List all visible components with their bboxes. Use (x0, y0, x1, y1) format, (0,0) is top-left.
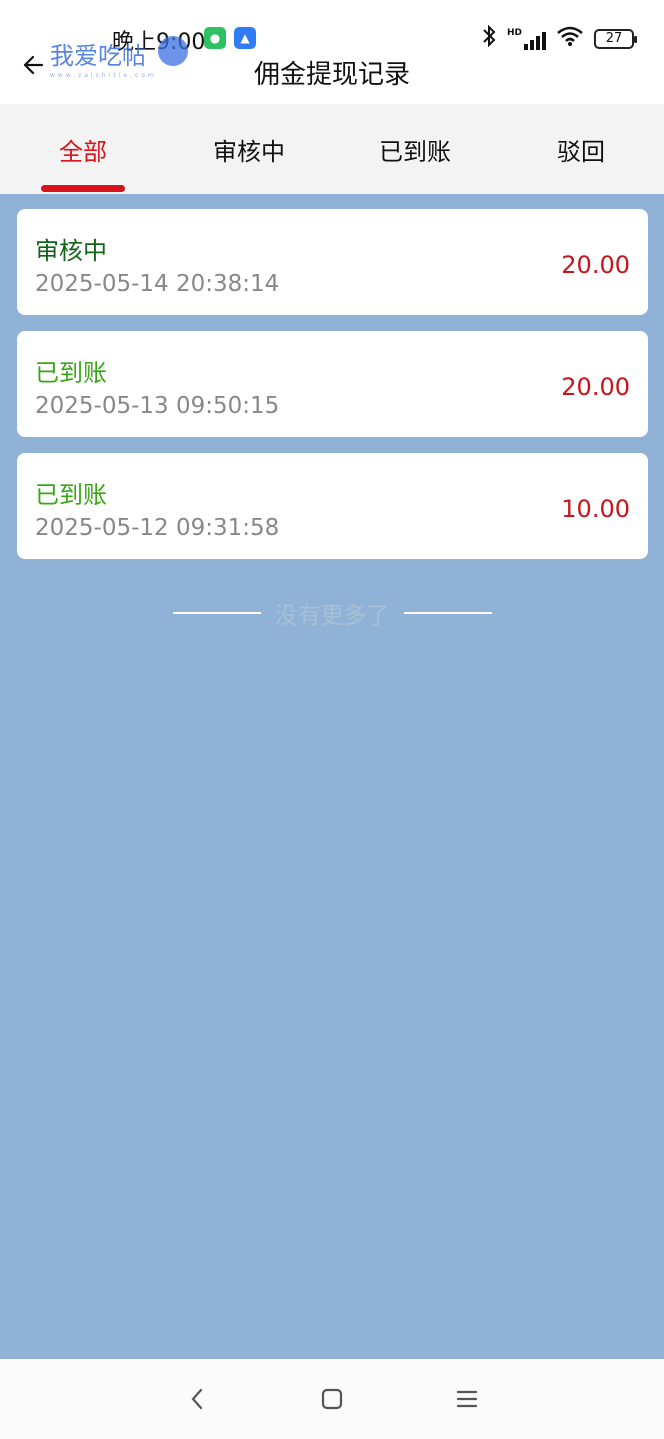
record-card[interactable]: 审核中 2025-05-14 20:38:14 20.00 (17, 209, 648, 315)
record-status: 审核中 (35, 237, 107, 265)
tab-received[interactable]: 已到账 (332, 104, 498, 194)
record-time: 2025-05-13 09:50:15 (35, 393, 280, 419)
app-notification-icon: ▲ (234, 27, 256, 49)
tab-rejected[interactable]: 驳回 (498, 104, 664, 194)
wifi-icon (556, 25, 584, 52)
tab-all[interactable]: 全部 (0, 104, 166, 194)
record-status: 已到账 (35, 481, 107, 509)
record-card[interactable]: 已到账 2025-05-12 09:31:58 10.00 (17, 453, 648, 559)
record-time: 2025-05-12 09:31:58 (35, 515, 280, 541)
wechat-icon: ● (204, 27, 226, 49)
record-amount: 20.00 (561, 251, 630, 279)
tab-reviewing[interactable]: 审核中 (166, 104, 332, 194)
tab-label: 已到账 (379, 137, 451, 166)
bluetooth-icon (481, 24, 497, 53)
end-of-list: 没有更多了 (0, 596, 664, 630)
status-icons: HD 27 (481, 24, 637, 53)
divider-line (403, 612, 492, 614)
divider-line (172, 612, 261, 614)
square-icon[interactable] (312, 1379, 352, 1419)
system-nav-bar (0, 1359, 664, 1439)
chevron-left-icon[interactable] (177, 1379, 217, 1419)
record-time: 2025-05-14 20:38:14 (35, 271, 280, 297)
record-amount: 20.00 (561, 373, 630, 401)
tab-bar: 全部 审核中 已到账 驳回 (0, 104, 664, 194)
tab-label: 驳回 (557, 137, 605, 166)
record-amount: 10.00 (561, 495, 630, 523)
record-status: 已到账 (35, 359, 107, 387)
page-title: 佣金提现记录 (253, 60, 410, 90)
record-card[interactable]: 已到账 2025-05-13 09:50:15 20.00 (17, 331, 648, 437)
tab-active-indicator (41, 185, 125, 192)
record-list: 审核中 2025-05-14 20:38:14 20.00 已到账 2025-0… (17, 209, 648, 575)
top-bar: 晚上9:00 ● ▲ HD 27 我爱吃帖 www.zaichitie.com … (0, 0, 664, 104)
battery-icon: 27 (594, 28, 637, 49)
tab-label: 全部 (59, 137, 107, 166)
no-more-text: 没有更多了 (274, 603, 390, 629)
signal-icon: HD (507, 28, 546, 50)
tab-label: 审核中 (213, 137, 285, 166)
network-label: HD (506, 27, 522, 38)
menu-icon[interactable] (447, 1379, 487, 1419)
